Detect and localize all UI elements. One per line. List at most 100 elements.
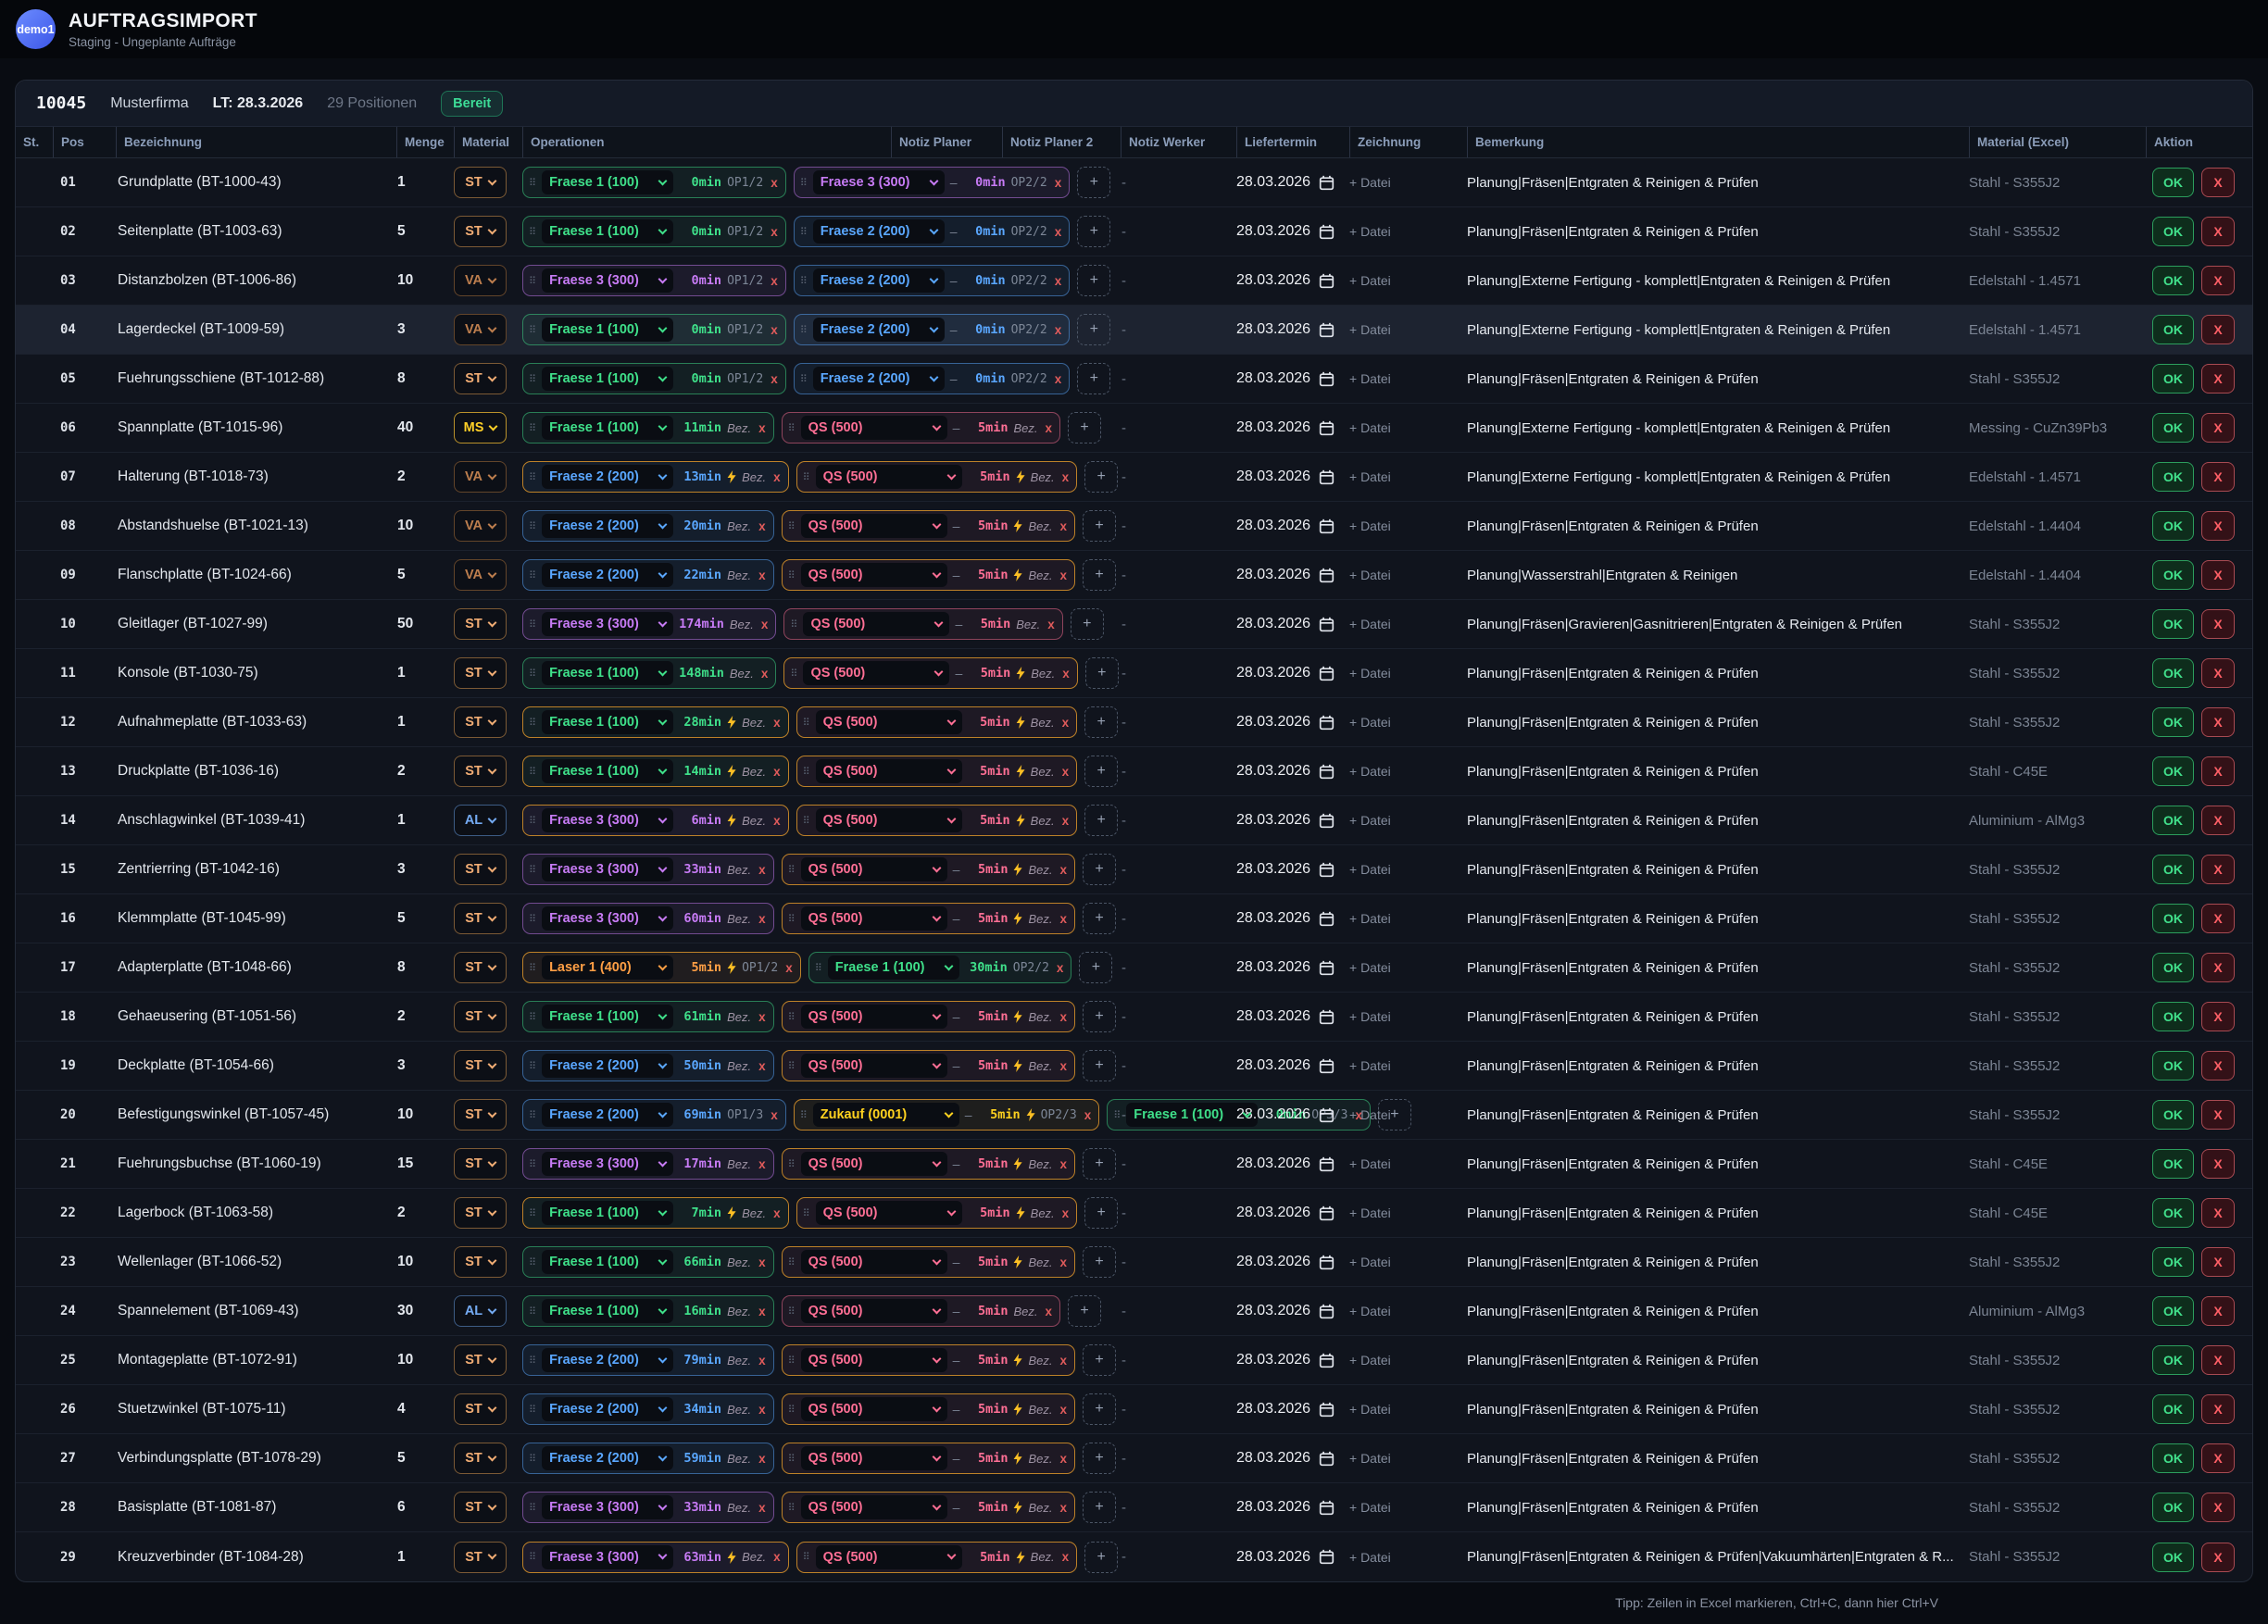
drag-handle-icon[interactable]: ⠿	[815, 962, 822, 974]
operation-select[interactable]: QS (500)	[801, 857, 947, 881]
operation-select[interactable]: QS (500)	[816, 808, 962, 832]
material-select[interactable]: MS	[454, 412, 507, 443]
operation-select[interactable]: QS (500)	[801, 1250, 947, 1274]
drag-handle-icon[interactable]: ⠿	[529, 1551, 536, 1563]
delivery-date-cell[interactable]: 28.03.2026	[1236, 714, 1349, 731]
drag-handle-icon[interactable]: ⠿	[529, 1011, 536, 1023]
delete-button[interactable]: X	[2201, 462, 2235, 492]
remove-operation-icon[interactable]: x	[1062, 765, 1070, 779]
add-operation-button[interactable]: +	[1083, 1344, 1116, 1376]
remove-operation-icon[interactable]: x	[758, 421, 766, 435]
remove-operation-icon[interactable]: x	[1062, 814, 1070, 828]
remove-operation-icon[interactable]: x	[1059, 1157, 1067, 1171]
ok-button[interactable]: OK	[2152, 315, 2194, 344]
drag-handle-icon[interactable]: ⠿	[800, 177, 808, 189]
add-operation-button[interactable]: +	[1083, 1001, 1116, 1032]
material-select[interactable]: AL	[454, 1295, 507, 1327]
delete-button[interactable]: X	[2201, 756, 2235, 786]
delete-button[interactable]: X	[2201, 1443, 2235, 1473]
material-select[interactable]: ST	[454, 1001, 507, 1032]
delivery-date-cell[interactable]: 28.03.2026	[1236, 468, 1349, 485]
delivery-date-cell[interactable]: 28.03.2026	[1236, 910, 1349, 927]
delete-button[interactable]: X	[2201, 1002, 2235, 1031]
operation-select[interactable]: QS (500)	[816, 1201, 962, 1225]
delivery-date-cell[interactable]: 28.03.2026	[1236, 518, 1349, 534]
operation-select[interactable]: QS (500)	[803, 612, 949, 636]
remove-operation-icon[interactable]: x	[761, 667, 769, 681]
ok-button[interactable]: OK	[2152, 1394, 2194, 1424]
remove-operation-icon[interactable]: x	[758, 863, 766, 877]
remove-operation-icon[interactable]: x	[1059, 568, 1067, 582]
remove-operation-icon[interactable]: x	[1045, 421, 1052, 435]
delete-button[interactable]: X	[2201, 953, 2235, 982]
add-drawing-file-button[interactable]: + Datei	[1349, 469, 1467, 484]
remove-operation-icon[interactable]: x	[773, 716, 781, 730]
delete-button[interactable]: X	[2201, 609, 2235, 639]
material-select[interactable]: ST	[454, 1492, 507, 1523]
operation-select[interactable]: QS (500)	[816, 759, 962, 783]
add-drawing-file-button[interactable]: + Datei	[1349, 420, 1467, 435]
drag-handle-icon[interactable]: ⠿	[788, 1305, 796, 1318]
material-select[interactable]: VA	[454, 461, 507, 493]
add-operation-button[interactable]: +	[1083, 559, 1116, 591]
remove-operation-icon[interactable]: x	[758, 1255, 766, 1269]
operation-select[interactable]: QS (500)	[816, 465, 962, 489]
drag-handle-icon[interactable]: ⠿	[790, 668, 797, 680]
delete-button[interactable]: X	[2201, 707, 2235, 737]
remove-operation-icon[interactable]: x	[1062, 1550, 1070, 1564]
operation-select[interactable]: QS (500)	[801, 563, 947, 587]
drag-handle-icon[interactable]: ⠿	[790, 618, 797, 631]
delete-button[interactable]: X	[2201, 511, 2235, 541]
remove-operation-icon[interactable]: x	[1055, 176, 1062, 190]
delivery-date-cell[interactable]: 28.03.2026	[1236, 1106, 1349, 1123]
drag-handle-icon[interactable]: ⠿	[529, 618, 536, 631]
operation-select[interactable]: Fraese 3 (300)	[542, 1152, 673, 1176]
drag-handle-icon[interactable]: ⠿	[788, 569, 796, 581]
remove-operation-icon[interactable]: x	[758, 1501, 766, 1515]
remove-operation-icon[interactable]: x	[758, 1157, 766, 1171]
ok-button[interactable]: OK	[2152, 364, 2194, 394]
operation-select[interactable]: Fraese 2 (200)	[813, 269, 945, 293]
material-select[interactable]: ST	[454, 216, 507, 247]
remove-operation-icon[interactable]: x	[1045, 1305, 1052, 1318]
drag-handle-icon[interactable]: ⠿	[529, 520, 536, 532]
remove-operation-icon[interactable]: x	[771, 176, 778, 190]
drag-handle-icon[interactable]: ⠿	[529, 1453, 536, 1465]
operation-select[interactable]: Fraese 1 (100)	[542, 219, 673, 244]
remove-operation-icon[interactable]: x	[758, 1354, 766, 1368]
ok-button[interactable]: OK	[2152, 560, 2194, 590]
drag-handle-icon[interactable]: ⠿	[788, 1060, 796, 1072]
drag-handle-icon[interactable]: ⠿	[800, 324, 808, 336]
remove-operation-icon[interactable]: x	[1059, 1255, 1067, 1269]
add-operation-button[interactable]: +	[1084, 1197, 1118, 1229]
add-drawing-file-button[interactable]: + Datei	[1349, 1206, 1467, 1220]
add-drawing-file-button[interactable]: + Datei	[1349, 813, 1467, 828]
ok-button[interactable]: OK	[2152, 266, 2194, 295]
add-operation-button[interactable]: +	[1084, 461, 1118, 493]
remove-operation-icon[interactable]: x	[1059, 863, 1067, 877]
material-select[interactable]: ST	[454, 1148, 507, 1180]
delivery-date-cell[interactable]: 28.03.2026	[1236, 1057, 1349, 1074]
ok-button[interactable]: OK	[2152, 707, 2194, 737]
remove-operation-icon[interactable]: x	[771, 274, 778, 288]
add-operation-button[interactable]: +	[1083, 854, 1116, 885]
drag-handle-icon[interactable]: ⠿	[788, 1256, 796, 1268]
drag-handle-icon[interactable]: ⠿	[788, 1502, 796, 1514]
operation-select[interactable]: Fraese 1 (100)	[542, 170, 673, 194]
add-operation-button[interactable]: +	[1071, 608, 1104, 640]
add-drawing-file-button[interactable]: + Datei	[1349, 1550, 1467, 1565]
operation-select[interactable]: Fraese 2 (200)	[542, 1348, 673, 1372]
ok-button[interactable]: OK	[2152, 756, 2194, 786]
add-operation-button[interactable]: +	[1077, 314, 1110, 345]
delivery-date-cell[interactable]: 28.03.2026	[1236, 1499, 1349, 1516]
drag-handle-icon[interactable]: ⠿	[529, 1158, 536, 1170]
remove-operation-icon[interactable]: x	[1062, 667, 1070, 681]
material-select[interactable]: ST	[454, 1246, 507, 1278]
delivery-date-cell[interactable]: 28.03.2026	[1236, 665, 1349, 681]
remove-operation-icon[interactable]: x	[1062, 716, 1070, 730]
delivery-date-cell[interactable]: 28.03.2026	[1236, 1401, 1349, 1418]
add-drawing-file-button[interactable]: + Datei	[1349, 518, 1467, 533]
material-select[interactable]: ST	[454, 657, 507, 689]
delete-button[interactable]: X	[2201, 1296, 2235, 1326]
operation-select[interactable]: Fraese 3 (300)	[542, 269, 673, 293]
